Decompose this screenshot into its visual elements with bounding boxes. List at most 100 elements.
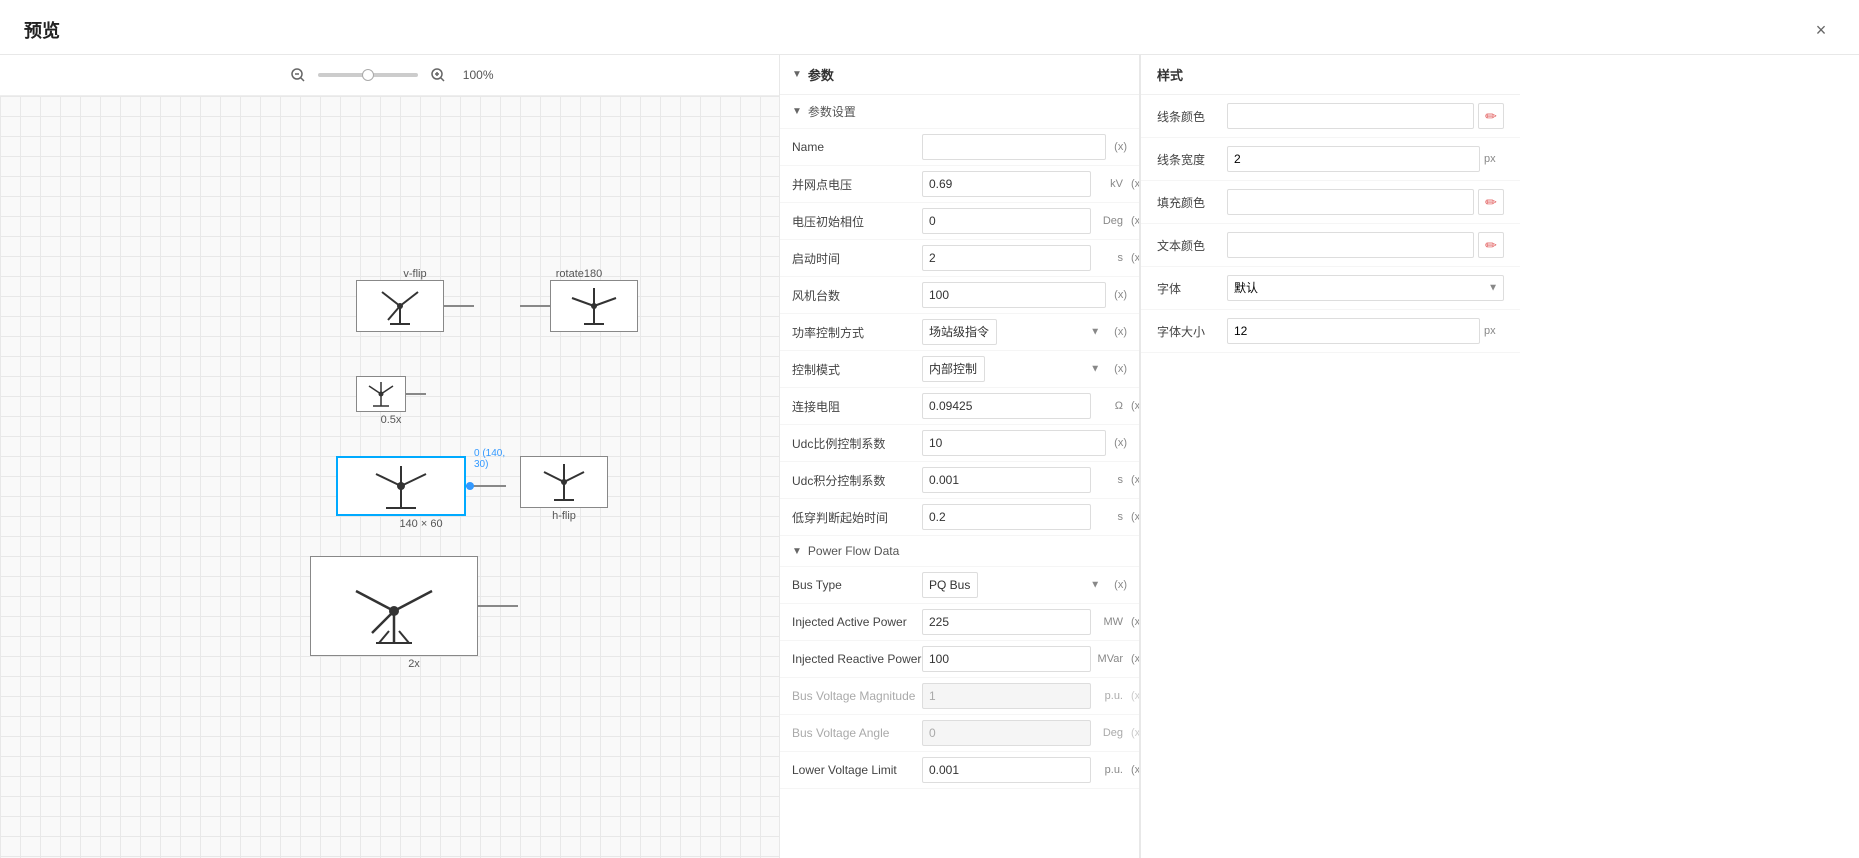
param-input-udcint[interactable]: [922, 467, 1091, 493]
param-x-phase[interactable]: (x): [1131, 215, 1140, 227]
style-textcolor-edit-button[interactable]: ✏: [1478, 232, 1504, 258]
param-unit-resistance: Ω: [1095, 400, 1123, 412]
param-input-voltage[interactable]: [922, 171, 1091, 197]
main-connector-dot: [466, 482, 474, 490]
modal-overlay: 预览 ×: [0, 0, 1859, 858]
zoom-out-button[interactable]: [286, 63, 310, 87]
close-button[interactable]: ×: [1807, 16, 1835, 44]
large-box[interactable]: [310, 556, 478, 656]
param-select-powercontrol[interactable]: 场站级指令: [922, 319, 997, 345]
param-unit-reactivepower: MVar: [1095, 653, 1123, 665]
param-label-phase: 电压初始相位: [792, 213, 922, 230]
param-x-bustype[interactable]: (x): [1114, 579, 1127, 591]
param-x-reactivepower[interactable]: (x): [1131, 653, 1140, 665]
params-subsection-arrow-icon: ▼: [792, 106, 802, 117]
pencil-icon-fill: ✏: [1485, 194, 1497, 211]
style-fillcolor-edit-button[interactable]: ✏: [1478, 189, 1504, 215]
param-unit-phase: Deg: [1095, 215, 1123, 227]
style-row-font: 字体 默认 ▼: [1141, 267, 1520, 310]
param-x-activepower[interactable]: (x): [1131, 616, 1140, 628]
param-x-udcint[interactable]: (x): [1131, 474, 1140, 486]
param-input-lowervolt[interactable]: [922, 757, 1091, 783]
param-unit-udcint: s: [1095, 474, 1123, 486]
param-input-resistance[interactable]: [922, 393, 1091, 419]
param-input-reactivepower[interactable]: [922, 646, 1091, 672]
param-x-starttime[interactable]: (x): [1131, 252, 1140, 264]
main-label: 140 × 60: [399, 518, 442, 530]
param-label-controlmode: 控制模式: [792, 361, 922, 378]
style-input-linewidth[interactable]: [1227, 146, 1480, 172]
param-x-lowervolt[interactable]: (x): [1131, 764, 1140, 776]
style-input-wrap-linewidth: px: [1227, 146, 1504, 172]
param-input-wrap-busvoltangle: Deg (x): [922, 720, 1140, 746]
style-textcolor-swatch[interactable]: [1227, 232, 1474, 258]
rotate180-turbine-svg: [564, 284, 624, 328]
param-input-wrap-name: (x): [922, 134, 1127, 160]
large-connector: [478, 605, 518, 607]
param-select-bustype[interactable]: PQ Bus: [922, 572, 978, 598]
rotate180-box[interactable]: [550, 280, 638, 332]
param-input-wrap-udcprop: (x): [922, 430, 1127, 456]
style-linecolor-edit-button[interactable]: ✏: [1478, 103, 1504, 129]
zoom-slider-thumb: [362, 69, 374, 81]
params-section-header[interactable]: ▼ 参数: [780, 55, 1139, 95]
param-label-bustype: Bus Type: [792, 578, 922, 592]
param-label-powercontrol: 功率控制方式: [792, 324, 922, 341]
param-label-reactivepower: Injected Reactive Power: [792, 652, 922, 666]
style-fillcolor-swatch[interactable]: [1227, 189, 1474, 215]
param-input-wrap-busvoltmag: p.u. (x): [922, 683, 1140, 709]
param-row-powercontrol: 功率控制方式 场站级指令 ▼ (x): [780, 314, 1139, 351]
param-x-busvoltangle: (x): [1131, 727, 1140, 739]
param-row-bustype: Bus Type PQ Bus ▼ (x): [780, 567, 1139, 604]
param-select-controlmode[interactable]: 内部控制: [922, 356, 985, 382]
param-unit-voltage: kV: [1095, 178, 1123, 190]
powerflow-section-header[interactable]: ▼ Power Flow Data: [780, 536, 1139, 567]
param-input-udcprop[interactable]: [922, 430, 1106, 456]
param-input-activepower[interactable]: [922, 609, 1091, 635]
style-linecolor-swatch[interactable]: [1227, 103, 1474, 129]
param-unit-starttime: s: [1095, 252, 1123, 264]
main-box[interactable]: [336, 456, 466, 516]
zoom-in-button[interactable]: [426, 63, 450, 87]
param-input-turbinecount[interactable]: [922, 282, 1106, 308]
param-input-starttime[interactable]: [922, 245, 1091, 271]
params-subsection-header[interactable]: ▼ 参数设置: [780, 95, 1139, 129]
param-x-resistance[interactable]: (x): [1131, 400, 1140, 412]
param-label-busvoltangle: Bus Voltage Angle: [792, 726, 922, 740]
param-x-udcprop[interactable]: (x): [1114, 437, 1127, 449]
param-x-turbinecount[interactable]: (x): [1114, 289, 1127, 301]
param-unit-lowervolt: p.u.: [1095, 764, 1123, 776]
vflip-box[interactable]: [356, 280, 444, 332]
modal-body: 100% v-flip: [0, 55, 1859, 858]
param-row-lowride: 低穿判断起始时间 s (x): [780, 499, 1139, 536]
hflip-turbine-svg: [534, 460, 594, 504]
param-input-name[interactable]: [922, 134, 1106, 160]
param-x-voltage[interactable]: (x): [1131, 178, 1140, 190]
param-label-resistance: 连接电阻: [792, 398, 922, 415]
param-x-lowride[interactable]: (x): [1131, 511, 1140, 523]
param-input-wrap-lowervolt: p.u. (x) ▼: [922, 757, 1140, 783]
param-label-udcprop: Udc比例控制系数: [792, 435, 922, 452]
style-input-wrap-font: 默认 ▼: [1227, 275, 1504, 301]
param-x-controlmode[interactable]: (x): [1114, 363, 1127, 375]
half-box[interactable]: [356, 376, 406, 412]
style-input-wrap-linecolor: ✏: [1227, 103, 1504, 129]
zoom-slider[interactable]: [318, 73, 418, 77]
hflip-box[interactable]: [520, 456, 608, 508]
param-label-udcint: Udc积分控制系数: [792, 472, 922, 489]
param-input-wrap-phase: Deg (x): [922, 208, 1140, 234]
param-x-name[interactable]: (x): [1114, 141, 1127, 153]
param-input-wrap-turbinecount: (x): [922, 282, 1127, 308]
rotate180-connector-left: [520, 305, 550, 307]
zoom-out-icon: [290, 67, 306, 83]
style-select-font[interactable]: 默认: [1227, 275, 1504, 301]
zoom-in-icon: [430, 67, 446, 83]
style-input-wrap-textcolor: ✏: [1227, 232, 1504, 258]
param-input-phase[interactable]: [922, 208, 1091, 234]
param-x-powercontrol[interactable]: (x): [1114, 326, 1127, 338]
style-unit-fontsize: px: [1484, 325, 1504, 337]
param-label-turbinecount: 风机台数: [792, 287, 922, 304]
param-input-lowride[interactable]: [922, 504, 1091, 530]
half-turbine-svg: [363, 380, 399, 408]
style-input-fontsize[interactable]: [1227, 318, 1480, 344]
